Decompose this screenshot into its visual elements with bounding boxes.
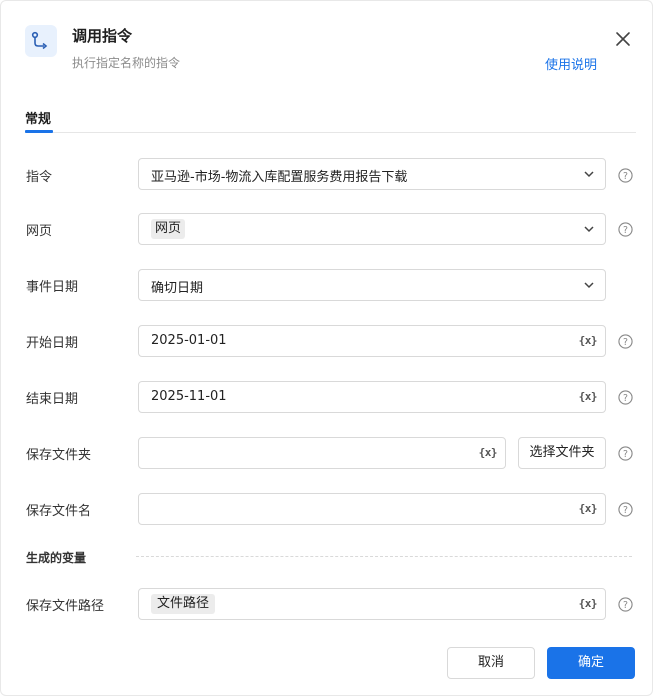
invoke-command-dialog: 调用指令 执行指定名称的指令 使用说明 常规 指令 亚马逊-市场-物流入库配置服… (0, 0, 653, 696)
event-date-label: 事件日期 (26, 280, 79, 295)
chevron-down-icon (584, 226, 594, 233)
save-filename-label: 保存文件名 (26, 504, 92, 519)
help-icon[interactable]: ? (618, 597, 633, 612)
command-value: 亚马逊-市场-物流入库配置服务费用报告下载 (151, 170, 408, 185)
tab-divider (25, 132, 636, 133)
section-divider (136, 556, 632, 557)
help-icon[interactable]: ? (618, 390, 633, 405)
svg-text:?: ? (623, 225, 628, 236)
save-path-tag: 文件路径 (151, 594, 216, 614)
command-select[interactable]: 亚马逊-市场-物流入库配置服务费用报告下载 (138, 158, 606, 190)
svg-text:?: ? (623, 600, 628, 611)
svg-text:?: ? (623, 393, 628, 404)
variable-icon[interactable]: {x} (579, 390, 598, 403)
svg-text:?: ? (623, 505, 628, 516)
event-date-value: 确切日期 (151, 281, 204, 296)
variable-icon[interactable]: {x} (579, 334, 598, 347)
end-date-input[interactable]: 2025-11-01 {x} (138, 381, 606, 413)
variable-icon[interactable]: {x} (479, 446, 498, 459)
dialog-subtitle: 执行指定名称的指令 (72, 56, 181, 70)
command-flow-icon (25, 25, 57, 57)
event-date-select[interactable]: 确切日期 (138, 269, 606, 301)
variable-icon[interactable]: {x} (579, 502, 598, 515)
save-folder-label: 保存文件夹 (26, 448, 92, 463)
save-folder-input[interactable]: {x} (138, 437, 506, 469)
choose-folder-button[interactable]: 选择文件夹 (518, 437, 606, 469)
chevron-down-icon (584, 171, 594, 178)
help-icon[interactable]: ? (618, 222, 633, 237)
webpage-label: 网页 (26, 224, 53, 239)
help-icon[interactable]: ? (618, 168, 633, 183)
end-date-value: 2025-11-01 (151, 389, 227, 404)
start-date-value: 2025-01-01 (151, 333, 227, 348)
help-icon[interactable]: ? (618, 502, 633, 517)
generated-variables-title: 生成的变量 (26, 551, 87, 565)
save-filename-input[interactable]: {x} (138, 493, 606, 525)
confirm-button[interactable]: 确定 (547, 647, 635, 679)
svg-text:?: ? (623, 449, 628, 460)
save-path-label: 保存文件路径 (26, 599, 105, 614)
usage-help-link[interactable]: 使用说明 (545, 54, 597, 73)
svg-text:?: ? (623, 337, 628, 348)
cancel-button[interactable]: 取消 (447, 647, 535, 679)
tab-active-indicator (25, 130, 53, 133)
tab-general[interactable]: 常规 (25, 108, 51, 127)
webpage-tag: 网页 (151, 219, 186, 239)
end-date-label: 结束日期 (26, 392, 79, 407)
start-date-input[interactable]: 2025-01-01 {x} (138, 325, 606, 357)
command-label: 指令 (26, 170, 53, 185)
dialog-title: 调用指令 (72, 27, 133, 45)
start-date-label: 开始日期 (26, 336, 79, 351)
svg-text:?: ? (623, 171, 628, 182)
close-button[interactable] (612, 28, 634, 50)
close-icon (616, 32, 630, 46)
chevron-down-icon (584, 282, 594, 289)
save-path-variable-input[interactable]: 文件路径 {x} (138, 588, 606, 620)
variable-icon[interactable]: {x} (579, 597, 598, 610)
help-icon[interactable]: ? (618, 334, 633, 349)
help-icon[interactable]: ? (618, 446, 633, 461)
webpage-select[interactable]: 网页 (138, 213, 606, 245)
